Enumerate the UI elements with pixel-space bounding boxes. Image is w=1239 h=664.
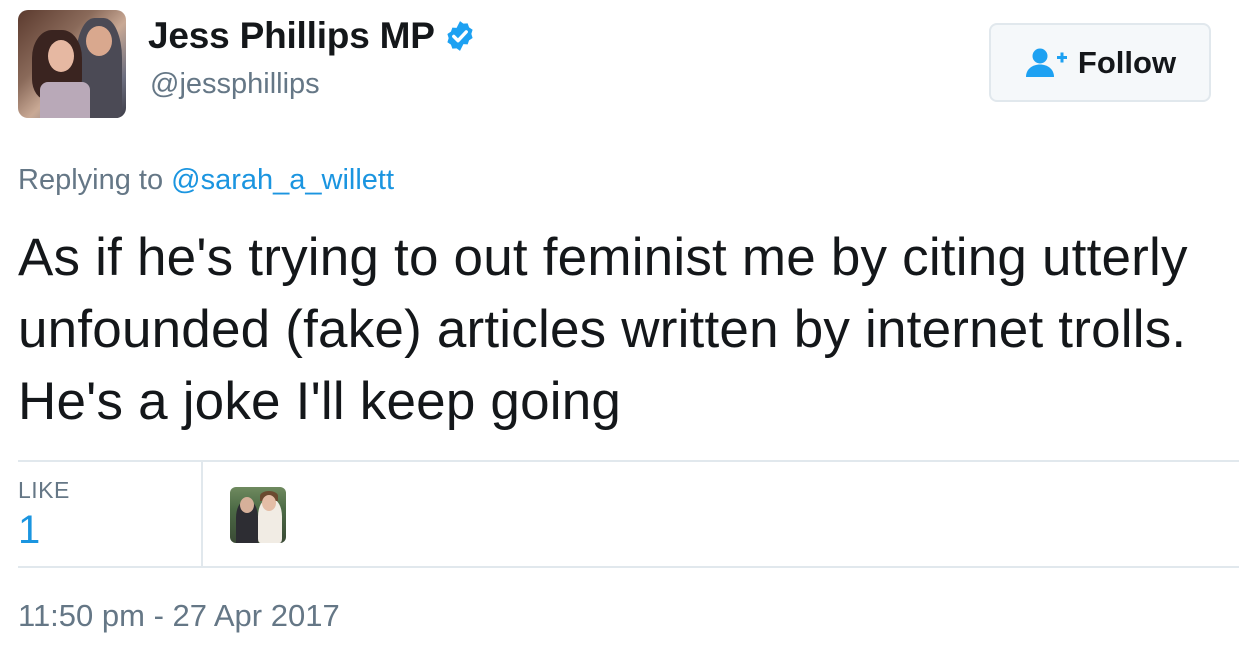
stats-divider-vertical (201, 462, 203, 566)
author-name-row[interactable]: Jess Phillips MP (148, 14, 477, 58)
like-stat-label: LIKE (18, 477, 70, 503)
tweet-timestamp[interactable]: 11:50 pm - 27 Apr 2017 (18, 598, 340, 634)
liker-avatar-face-right (262, 495, 276, 511)
replying-to-line: Replying to @sarah_a_willett (18, 164, 394, 197)
liker-avatar[interactable] (230, 487, 286, 543)
author-name[interactable]: Jess Phillips MP (148, 15, 435, 57)
avatar-shirt (40, 82, 90, 118)
replying-to-prefix: Replying to (18, 164, 164, 196)
follow-button-label: Follow (1077, 44, 1177, 80)
reply-mention-link[interactable]: @sarah_a_willett (171, 164, 394, 196)
author-avatar[interactable] (18, 10, 126, 118)
author-handle[interactable]: @jessphillips (150, 68, 320, 101)
avatar-face-left (48, 40, 74, 72)
follow-button[interactable]: Follow (989, 23, 1211, 102)
tweet-card: Jess Phillips MP @jessphillips Follow Re… (0, 0, 1239, 664)
tweet-text: As if he's trying to out feminist me by … (18, 228, 1188, 431)
stats-divider-bottom (18, 566, 1239, 568)
liker-avatar-face-left (240, 497, 254, 513)
verified-badge-icon (447, 21, 473, 51)
add-user-icon (1025, 48, 1067, 77)
avatar-face-right (86, 26, 112, 56)
like-count[interactable]: 1 (18, 508, 40, 553)
